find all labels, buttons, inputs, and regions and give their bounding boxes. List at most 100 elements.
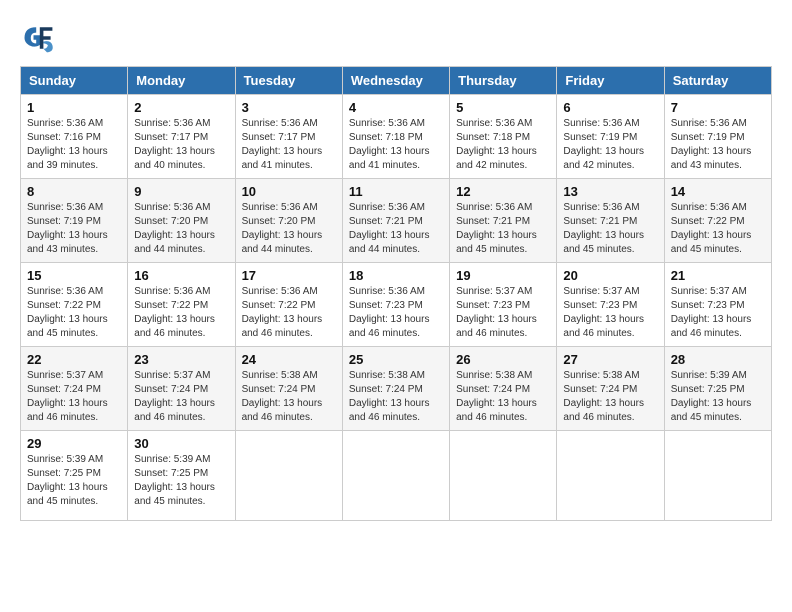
day-info: Sunrise: 5:38 AM Sunset: 7:24 PM Dayligh… <box>456 369 550 425</box>
day-info: Sunrise: 5:36 AM Sunset: 7:22 PM Dayligh… <box>27 285 121 341</box>
calendar-day-29: 29 Sunrise: 5:39 AM Sunset: 7:25 PM Dayli… <box>21 431 128 521</box>
calendar-day-6: 6Sunrise: 5:36 AM Sunset: 7:19 PM Daylig… <box>557 95 664 179</box>
calendar-day-15: 15 Sunrise: 5:36 AM Sunset: 7:22 PM Dayli… <box>21 263 128 347</box>
calendar-header: SundayMondayTuesdayWednesdayThursdayFrid… <box>21 67 772 95</box>
day-info: Sunrise: 5:36 AM Sunset: 7:19 PM Dayligh… <box>563 117 657 173</box>
calendar-day-5: 5Sunrise: 5:36 AM Sunset: 7:18 PM Daylig… <box>450 95 557 179</box>
calendar-day-25: 25 Sunrise: 5:38 AM Sunset: 7:24 PM Dayli… <box>342 347 449 431</box>
weekday-row: SundayMondayTuesdayWednesdayThursdayFrid… <box>21 67 772 95</box>
calendar-body: 1Sunrise: 5:36 AM Sunset: 7:16 PM Daylig… <box>21 95 772 521</box>
calendar-day-9: 9 Sunrise: 5:36 AM Sunset: 7:20 PM Daylig… <box>128 179 235 263</box>
day-info: Sunrise: 5:36 AM Sunset: 7:21 PM Dayligh… <box>349 201 443 257</box>
day-info: Sunrise: 5:37 AM Sunset: 7:24 PM Dayligh… <box>134 369 228 425</box>
logo <box>20 20 60 56</box>
day-number: 3 <box>242 100 336 115</box>
weekday-header-thursday: Thursday <box>450 67 557 95</box>
logo-icon <box>20 20 56 56</box>
day-number: 28 <box>671 352 765 367</box>
calendar-day-30: 30 Sunrise: 5:39 AM Sunset: 7:25 PM Dayli… <box>128 431 235 521</box>
day-info: Sunrise: 5:36 AM Sunset: 7:19 PM Dayligh… <box>27 201 121 257</box>
day-info: Sunrise: 5:38 AM Sunset: 7:24 PM Dayligh… <box>349 369 443 425</box>
empty-cell <box>235 431 342 521</box>
day-number: 25 <box>349 352 443 367</box>
day-info: Sunrise: 5:39 AM Sunset: 7:25 PM Dayligh… <box>671 369 765 425</box>
calendar-day-23: 23 Sunrise: 5:37 AM Sunset: 7:24 PM Dayli… <box>128 347 235 431</box>
day-info: Sunrise: 5:36 AM Sunset: 7:17 PM Dayligh… <box>134 117 228 173</box>
calendar-day-28: 28 Sunrise: 5:39 AM Sunset: 7:25 PM Dayli… <box>664 347 771 431</box>
calendar-day-8: 8 Sunrise: 5:36 AM Sunset: 7:19 PM Daylig… <box>21 179 128 263</box>
calendar-day-26: 26Sunrise: 5:38 AM Sunset: 7:24 PM Dayli… <box>450 347 557 431</box>
day-number: 11 <box>349 184 443 199</box>
calendar-day-22: 22 Sunrise: 5:37 AM Sunset: 7:24 PM Dayli… <box>21 347 128 431</box>
day-info: Sunrise: 5:36 AM Sunset: 7:20 PM Dayligh… <box>134 201 228 257</box>
weekday-header-monday: Monday <box>128 67 235 95</box>
calendar-day-13: 13 Sunrise: 5:36 AM Sunset: 7:21 PM Dayli… <box>557 179 664 263</box>
empty-cell <box>450 431 557 521</box>
day-info: Sunrise: 5:36 AM Sunset: 7:21 PM Dayligh… <box>456 201 550 257</box>
day-number: 24 <box>242 352 336 367</box>
day-number: 13 <box>563 184 657 199</box>
weekday-header-saturday: Saturday <box>664 67 771 95</box>
day-number: 16 <box>134 268 228 283</box>
calendar-day-20: 20 Sunrise: 5:37 AM Sunset: 7:23 PM Dayli… <box>557 263 664 347</box>
empty-cell <box>342 431 449 521</box>
day-info: Sunrise: 5:36 AM Sunset: 7:18 PM Dayligh… <box>349 117 443 173</box>
day-number: 17 <box>242 268 336 283</box>
calendar-day-11: 11 Sunrise: 5:36 AM Sunset: 7:21 PM Dayli… <box>342 179 449 263</box>
day-info: Sunrise: 5:36 AM Sunset: 7:22 PM Dayligh… <box>242 285 336 341</box>
day-info: Sunrise: 5:37 AM Sunset: 7:23 PM Dayligh… <box>563 285 657 341</box>
day-number: 20 <box>563 268 657 283</box>
calendar-day-24: 24 Sunrise: 5:38 AM Sunset: 7:24 PM Dayli… <box>235 347 342 431</box>
day-number: 8 <box>27 184 121 199</box>
empty-cell <box>557 431 664 521</box>
calendar-day-12: 12 Sunrise: 5:36 AM Sunset: 7:21 PM Dayli… <box>450 179 557 263</box>
day-number: 10 <box>242 184 336 199</box>
day-number: 21 <box>671 268 765 283</box>
day-number: 2 <box>134 100 228 115</box>
day-number: 15 <box>27 268 121 283</box>
day-number: 4 <box>349 100 443 115</box>
day-number: 29 <box>27 436 121 451</box>
day-info: Sunrise: 5:36 AM Sunset: 7:22 PM Dayligh… <box>671 201 765 257</box>
day-info: Sunrise: 5:36 AM Sunset: 7:23 PM Dayligh… <box>349 285 443 341</box>
empty-cell <box>664 431 771 521</box>
calendar-day-18: 18 Sunrise: 5:36 AM Sunset: 7:23 PM Dayli… <box>342 263 449 347</box>
weekday-header-sunday: Sunday <box>21 67 128 95</box>
day-info: Sunrise: 5:36 AM Sunset: 7:19 PM Dayligh… <box>671 117 765 173</box>
day-info: Sunrise: 5:36 AM Sunset: 7:20 PM Dayligh… <box>242 201 336 257</box>
calendar-day-1: 1Sunrise: 5:36 AM Sunset: 7:16 PM Daylig… <box>21 95 128 179</box>
day-info: Sunrise: 5:37 AM Sunset: 7:23 PM Dayligh… <box>456 285 550 341</box>
calendar-table: SundayMondayTuesdayWednesdayThursdayFrid… <box>20 66 772 521</box>
day-number: 22 <box>27 352 121 367</box>
calendar-day-3: 3 Sunrise: 5:36 AM Sunset: 7:17 PM Daylig… <box>235 95 342 179</box>
calendar-week-1: 1Sunrise: 5:36 AM Sunset: 7:16 PM Daylig… <box>21 95 772 179</box>
calendar-day-16: 16 Sunrise: 5:36 AM Sunset: 7:22 PM Dayli… <box>128 263 235 347</box>
day-info: Sunrise: 5:36 AM Sunset: 7:22 PM Dayligh… <box>134 285 228 341</box>
day-info: Sunrise: 5:36 AM Sunset: 7:21 PM Dayligh… <box>563 201 657 257</box>
day-number: 14 <box>671 184 765 199</box>
day-info: Sunrise: 5:37 AM Sunset: 7:23 PM Dayligh… <box>671 285 765 341</box>
day-info: Sunrise: 5:37 AM Sunset: 7:24 PM Dayligh… <box>27 369 121 425</box>
day-info: Sunrise: 5:38 AM Sunset: 7:24 PM Dayligh… <box>242 369 336 425</box>
calendar-day-17: 17 Sunrise: 5:36 AM Sunset: 7:22 PM Dayli… <box>235 263 342 347</box>
calendar-day-2: 2 Sunrise: 5:36 AM Sunset: 7:17 PM Daylig… <box>128 95 235 179</box>
calendar-week-5: 29 Sunrise: 5:39 AM Sunset: 7:25 PM Dayli… <box>21 431 772 521</box>
day-info: Sunrise: 5:36 AM Sunset: 7:16 PM Dayligh… <box>27 117 121 173</box>
day-number: 23 <box>134 352 228 367</box>
weekday-header-wednesday: Wednesday <box>342 67 449 95</box>
page-header <box>20 20 772 56</box>
calendar-week-3: 15 Sunrise: 5:36 AM Sunset: 7:22 PM Dayli… <box>21 263 772 347</box>
calendar-day-14: 14 Sunrise: 5:36 AM Sunset: 7:22 PM Dayli… <box>664 179 771 263</box>
day-number: 9 <box>134 184 228 199</box>
day-info: Sunrise: 5:36 AM Sunset: 7:17 PM Dayligh… <box>242 117 336 173</box>
calendar-day-27: 27Sunrise: 5:38 AM Sunset: 7:24 PM Dayli… <box>557 347 664 431</box>
day-number: 30 <box>134 436 228 451</box>
calendar-week-4: 22 Sunrise: 5:37 AM Sunset: 7:24 PM Dayli… <box>21 347 772 431</box>
calendar-day-4: 4 Sunrise: 5:36 AM Sunset: 7:18 PM Daylig… <box>342 95 449 179</box>
day-number: 12 <box>456 184 550 199</box>
day-info: Sunrise: 5:39 AM Sunset: 7:25 PM Dayligh… <box>27 453 121 509</box>
day-info: Sunrise: 5:38 AM Sunset: 7:24 PM Dayligh… <box>563 369 657 425</box>
day-info: Sunrise: 5:39 AM Sunset: 7:25 PM Dayligh… <box>134 453 228 509</box>
day-number: 18 <box>349 268 443 283</box>
calendar-week-2: 8 Sunrise: 5:36 AM Sunset: 7:19 PM Daylig… <box>21 179 772 263</box>
